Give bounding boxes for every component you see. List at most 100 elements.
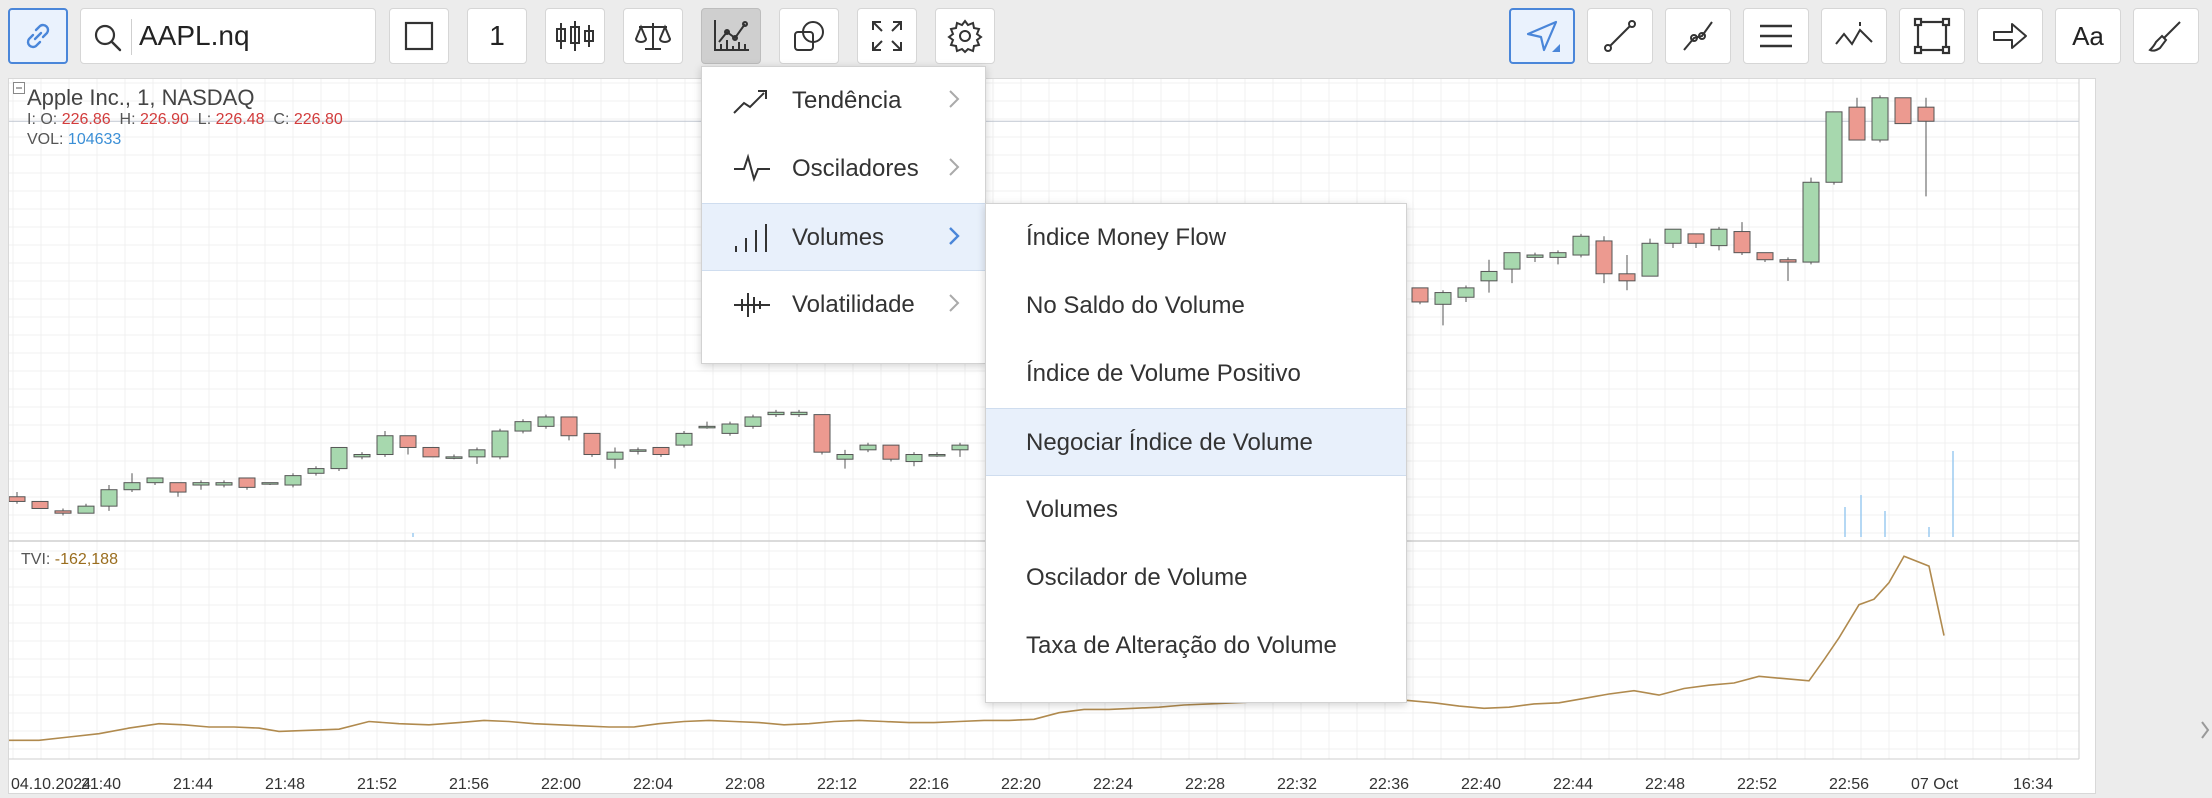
time-tick-label: 21:48 bbox=[265, 776, 305, 793]
submenu-item-volumes[interactable]: Volumes bbox=[986, 476, 1406, 544]
polyline-tool-button[interactable] bbox=[1665, 8, 1731, 64]
candle-body bbox=[238, 477, 256, 488]
rectangle-tool-button[interactable] bbox=[1899, 8, 1965, 64]
submenu-item-label: Taxa de Alteração do Volume bbox=[1026, 632, 1337, 659]
indicators-button[interactable] bbox=[701, 8, 761, 64]
submenu-item-money-flow[interactable]: Índice Money Flow bbox=[986, 204, 1406, 272]
candle-body bbox=[1618, 273, 1636, 282]
candle-body bbox=[1434, 292, 1452, 305]
menu-item-label: Volumes bbox=[792, 224, 885, 251]
legend-h-label: H: bbox=[119, 111, 136, 128]
candle-body bbox=[422, 446, 440, 458]
legend-o-label: O: bbox=[40, 111, 58, 128]
link-button[interactable] bbox=[8, 8, 68, 64]
interval-button[interactable]: 1 bbox=[467, 8, 527, 64]
cursor-tool-button[interactable] bbox=[1509, 8, 1575, 64]
candle-body bbox=[698, 425, 716, 429]
chevron-right-icon bbox=[949, 227, 960, 245]
text-tool-label: Aa bbox=[2072, 20, 2104, 51]
candle-body bbox=[330, 446, 348, 470]
fib-tool-button[interactable] bbox=[1743, 8, 1809, 64]
symbol-search[interactable] bbox=[80, 8, 376, 64]
legend-vol-value: 104633 bbox=[67, 131, 122, 148]
candle-body bbox=[1756, 252, 1774, 261]
candle-body bbox=[169, 482, 187, 493]
legend-exchange: NASDAQ bbox=[161, 85, 255, 110]
menu-item-label: Volatilidade bbox=[792, 291, 915, 318]
volumes-submenu: Índice Money Flow No Saldo do Volume Índ… bbox=[985, 203, 1407, 703]
candle-body bbox=[1664, 228, 1682, 244]
legend-close: 226.80 bbox=[293, 111, 343, 128]
rectangle-icon bbox=[1913, 17, 1951, 55]
legend-l-label: L: bbox=[197, 111, 212, 128]
shapes-button[interactable] bbox=[779, 8, 839, 64]
settings-button[interactable] bbox=[935, 8, 995, 64]
candle-body bbox=[560, 416, 578, 437]
candle-body bbox=[1802, 181, 1820, 263]
arrow-tool-button[interactable] bbox=[1977, 8, 2043, 64]
candle-body bbox=[1687, 233, 1705, 244]
search-separator bbox=[131, 19, 132, 55]
legend-low: 226.48 bbox=[215, 111, 265, 128]
chevron-right-icon bbox=[949, 90, 960, 108]
submenu-item-on-balance-volume[interactable]: No Saldo do Volume bbox=[986, 272, 1406, 340]
candle-body bbox=[744, 416, 762, 427]
candle-body bbox=[675, 432, 693, 446]
chart-type-button[interactable] bbox=[389, 8, 449, 64]
chevron-right-icon bbox=[949, 294, 960, 312]
compare-button[interactable] bbox=[623, 8, 683, 64]
candle-body bbox=[123, 482, 141, 491]
line-tool-button[interactable] bbox=[1587, 8, 1653, 64]
volume-bars-icon bbox=[735, 224, 767, 252]
candle-body bbox=[583, 432, 601, 456]
menu-item-volumes[interactable]: Volumes bbox=[702, 203, 985, 271]
time-tick-label: 22:04 bbox=[633, 776, 673, 793]
info-line-tool-button[interactable] bbox=[1821, 8, 1887, 64]
time-tick-label: 22:44 bbox=[1553, 776, 1593, 793]
shapes-icon bbox=[794, 21, 824, 51]
candle-body bbox=[514, 421, 532, 432]
submenu-item-volume-rate-of-change[interactable]: Taxa de Alteração do Volume bbox=[986, 612, 1406, 680]
candle-body bbox=[261, 482, 279, 485]
candle-body bbox=[9, 496, 26, 502]
candle-body bbox=[1871, 97, 1889, 141]
menu-item-label: Osciladores bbox=[792, 155, 919, 182]
candle-body bbox=[790, 411, 808, 416]
brush-tool-button[interactable] bbox=[2133, 8, 2199, 64]
candle-body bbox=[652, 446, 670, 456]
text-tool-button[interactable]: Aa bbox=[2055, 8, 2121, 64]
time-tick-label: 22:00 bbox=[541, 776, 581, 793]
candle-body bbox=[1917, 106, 1935, 122]
menu-item-volatilidade[interactable]: Volatilidade bbox=[702, 271, 985, 339]
candle-body bbox=[1641, 242, 1659, 277]
candles-button[interactable] bbox=[545, 8, 605, 64]
fullscreen-button[interactable] bbox=[857, 8, 917, 64]
polyline-icon bbox=[1683, 21, 1713, 51]
time-tick-label: 07 Oct bbox=[1911, 776, 1959, 793]
scroll-right-handle[interactable] bbox=[2198, 700, 2212, 760]
time-tick-label: 16:34 bbox=[2013, 776, 2053, 793]
legend-tvi-value: -162,188 bbox=[54, 551, 118, 568]
candle-body bbox=[721, 423, 739, 434]
menu-item-osciladores[interactable]: Osciladores bbox=[702, 135, 985, 203]
indicators-icon bbox=[714, 20, 749, 51]
legend-tvi: TVI: -162,188 bbox=[21, 551, 118, 569]
submenu-item-volume-oscillator[interactable]: Oscilador de Volume bbox=[986, 544, 1406, 612]
candle-body bbox=[1526, 254, 1544, 258]
symbol-input[interactable] bbox=[139, 17, 359, 55]
time-tick-label: 21:56 bbox=[449, 776, 489, 793]
interval-label: 1 bbox=[489, 20, 505, 51]
legend-collapse[interactable] bbox=[13, 81, 25, 99]
legend-ohlc: I: O: 226.86 H: 226.90 L: 226.48 C: 226.… bbox=[27, 111, 343, 128]
menu-item-tendencia[interactable]: Tendência bbox=[702, 67, 985, 135]
candle-body bbox=[1457, 287, 1475, 298]
candle-body bbox=[54, 510, 72, 514]
expand-icon bbox=[872, 21, 902, 51]
submenu-item-trade-volume-index[interactable]: Negociar Índice de Volume bbox=[986, 408, 1406, 476]
submenu-item-positive-volume[interactable]: Índice de Volume Positivo bbox=[986, 340, 1406, 408]
legend-vol-label: VOL: bbox=[27, 131, 64, 148]
link-icon bbox=[26, 23, 50, 49]
candle-body bbox=[1848, 106, 1866, 141]
candle-body bbox=[1480, 270, 1498, 282]
info-line-icon bbox=[1835, 22, 1873, 46]
